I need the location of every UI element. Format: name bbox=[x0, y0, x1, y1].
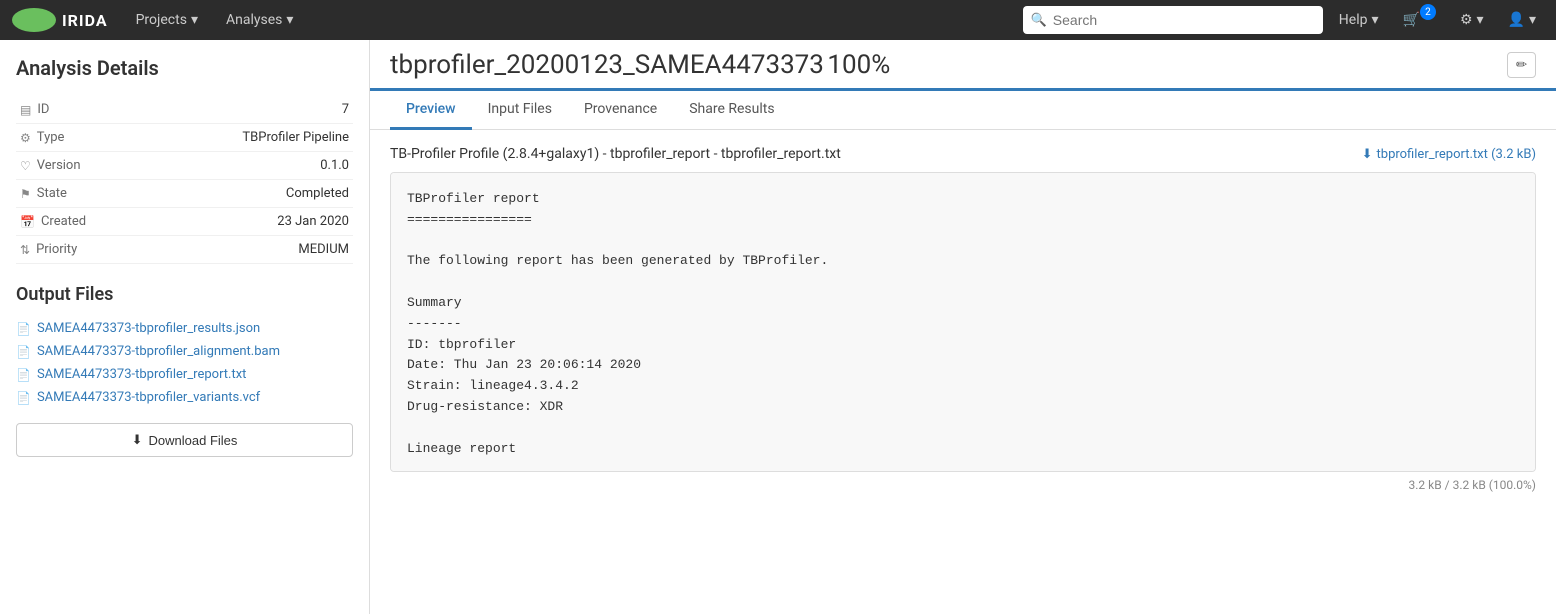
user-avatar-icon: 👤 bbox=[1508, 12, 1525, 28]
bars-icon: ▤ bbox=[20, 103, 31, 117]
output-files-list: 📄 SAMEA4473373-tbprofiler_results.json 📄… bbox=[16, 317, 353, 409]
tab-share-results[interactable]: Share Results bbox=[673, 91, 790, 130]
download-file-icon: ⬇ bbox=[1362, 147, 1373, 162]
sort-icon: ⇅ bbox=[20, 243, 30, 257]
logo-area[interactable]: IRIDA bbox=[12, 8, 108, 32]
output-file-link[interactable]: SAMEA4473373-tbprofiler_variants.vcf bbox=[37, 390, 260, 405]
tab-input-files[interactable]: Input Files bbox=[472, 91, 568, 130]
logo-icon bbox=[12, 8, 56, 32]
detail-value: MEDIUM bbox=[148, 236, 353, 264]
download-file-label: tbprofiler_report.txt (3.2 kB) bbox=[1377, 147, 1536, 162]
settings-menu[interactable]: ⚙ ▾ bbox=[1452, 12, 1492, 28]
tab-preview[interactable]: Preview bbox=[390, 91, 472, 130]
help-menu[interactable]: Help ▾ bbox=[1331, 12, 1387, 28]
detail-value: 23 Jan 2020 bbox=[148, 208, 353, 236]
detail-label: Created bbox=[41, 214, 86, 229]
file-icon: 📄 bbox=[16, 322, 31, 336]
detail-label: Priority bbox=[36, 242, 77, 257]
detail-value: Completed bbox=[148, 180, 353, 208]
preview-area: TB-Profiler Profile (2.8.4+galaxy1) - tb… bbox=[370, 130, 1556, 614]
analysis-title-area: tbprofiler_20200123_SAMEA4473373 100% bbox=[390, 50, 890, 80]
calendar-icon: 📅 bbox=[20, 215, 35, 229]
detail-value: 0.1.0 bbox=[148, 152, 353, 180]
tabs: PreviewInput FilesProvenanceShare Result… bbox=[370, 91, 1556, 130]
sidebar-title: Analysis Details bbox=[16, 56, 353, 80]
file-icon: 📄 bbox=[16, 391, 31, 405]
file-title: TB-Profiler Profile (2.8.4+galaxy1) - tb… bbox=[390, 146, 841, 162]
detail-row: ♡ Version 0.1.0 bbox=[16, 152, 353, 180]
projects-menu[interactable]: Projects ▾ bbox=[126, 0, 208, 40]
details-table: ▤ ID 7 ⚙ Type TBProfiler Pipeline ♡ Vers… bbox=[16, 96, 353, 264]
search-input[interactable] bbox=[1023, 6, 1323, 34]
download-file-link[interactable]: ⬇ tbprofiler_report.txt (3.2 kB) bbox=[1362, 147, 1536, 162]
detail-row: 📅 Created 23 Jan 2020 bbox=[16, 208, 353, 236]
user-menu[interactable]: 👤 ▾ bbox=[1500, 12, 1544, 28]
main-layout: Analysis Details ▤ ID 7 ⚙ Type TBProfile… bbox=[0, 40, 1556, 614]
cart-icon: 🛒 bbox=[1403, 12, 1420, 28]
list-item: 📄 SAMEA4473373-tbprofiler_variants.vcf bbox=[16, 386, 353, 409]
projects-label: Projects bbox=[136, 12, 187, 28]
output-file-link[interactable]: SAMEA4473373-tbprofiler_report.txt bbox=[37, 367, 246, 382]
projects-chevron-icon: ▾ bbox=[191, 12, 198, 28]
help-chevron-icon: ▾ bbox=[1371, 12, 1378, 28]
user-chevron-icon: ▾ bbox=[1529, 12, 1536, 28]
detail-row: ⚑ State Completed bbox=[16, 180, 353, 208]
preview-box[interactable]: TBProfiler report ================ The f… bbox=[390, 172, 1536, 472]
detail-label: ID bbox=[37, 102, 49, 117]
output-files-title: Output Files bbox=[16, 284, 353, 305]
analyses-label: Analyses bbox=[226, 12, 282, 28]
list-item: 📄 SAMEA4473373-tbprofiler_alignment.bam bbox=[16, 340, 353, 363]
analysis-percent: 100% bbox=[827, 50, 890, 80]
sidebar: Analysis Details ▤ ID 7 ⚙ Type TBProfile… bbox=[0, 40, 370, 614]
gear-icon: ⚙ bbox=[1460, 12, 1473, 28]
detail-value: 7 bbox=[148, 96, 353, 124]
output-file-link[interactable]: SAMEA4473373-tbprofiler_results.json bbox=[37, 321, 260, 336]
detail-value: TBProfiler Pipeline bbox=[148, 124, 353, 152]
detail-row: ⇅ Priority MEDIUM bbox=[16, 236, 353, 264]
list-item: 📄 SAMEA4473373-tbprofiler_report.txt bbox=[16, 363, 353, 386]
download-btn-label: Download Files bbox=[149, 433, 238, 448]
file-icon: 📄 bbox=[16, 345, 31, 359]
cart-badge: 2 bbox=[1420, 4, 1436, 20]
file-header: TB-Profiler Profile (2.8.4+galaxy1) - tb… bbox=[390, 146, 1536, 162]
logo-text: IRIDA bbox=[62, 11, 108, 30]
analysis-title: tbprofiler_20200123_SAMEA4473373 bbox=[390, 50, 824, 80]
detail-row: ⚙ Type TBProfiler Pipeline bbox=[16, 124, 353, 152]
detail-label: State bbox=[37, 186, 67, 201]
search-wrapper: 🔍 bbox=[1023, 6, 1323, 34]
tab-provenance[interactable]: Provenance bbox=[568, 91, 673, 130]
help-label: Help bbox=[1339, 12, 1368, 28]
analyses-chevron-icon: ▾ bbox=[286, 12, 293, 28]
detail-row: ▤ ID 7 bbox=[16, 96, 353, 124]
preview-content: TBProfiler report ================ The f… bbox=[407, 189, 1519, 459]
file-size-info: 3.2 kB / 3.2 kB (100.0%) bbox=[390, 478, 1536, 492]
download-files-button[interactable]: ⬇ Download Files bbox=[16, 423, 353, 457]
search-icon: 🔍 bbox=[1031, 13, 1047, 28]
download-icon: ⬇ bbox=[132, 432, 143, 448]
main-content: tbprofiler_20200123_SAMEA4473373 100% ✏ … bbox=[370, 40, 1556, 614]
detail-label: Version bbox=[37, 158, 81, 173]
analyses-menu[interactable]: Analyses ▾ bbox=[216, 0, 303, 40]
top-navigation: IRIDA Projects ▾ Analyses ▾ 🔍 Help ▾ 🛒 2… bbox=[0, 0, 1556, 40]
detail-label: Type bbox=[37, 130, 65, 145]
output-file-link[interactable]: SAMEA4473373-tbprofiler_alignment.bam bbox=[37, 344, 280, 359]
cart-button[interactable]: 🛒 2 bbox=[1395, 12, 1444, 28]
gear-icon: ⚙ bbox=[20, 131, 31, 145]
file-icon: 📄 bbox=[16, 368, 31, 382]
edit-button[interactable]: ✏ bbox=[1507, 52, 1536, 78]
heart-icon: ♡ bbox=[20, 159, 31, 173]
analysis-header: tbprofiler_20200123_SAMEA4473373 100% ✏ bbox=[370, 40, 1556, 91]
flag-icon: ⚑ bbox=[20, 187, 31, 201]
list-item: 📄 SAMEA4473373-tbprofiler_results.json bbox=[16, 317, 353, 340]
settings-chevron-icon: ▾ bbox=[1477, 12, 1484, 28]
